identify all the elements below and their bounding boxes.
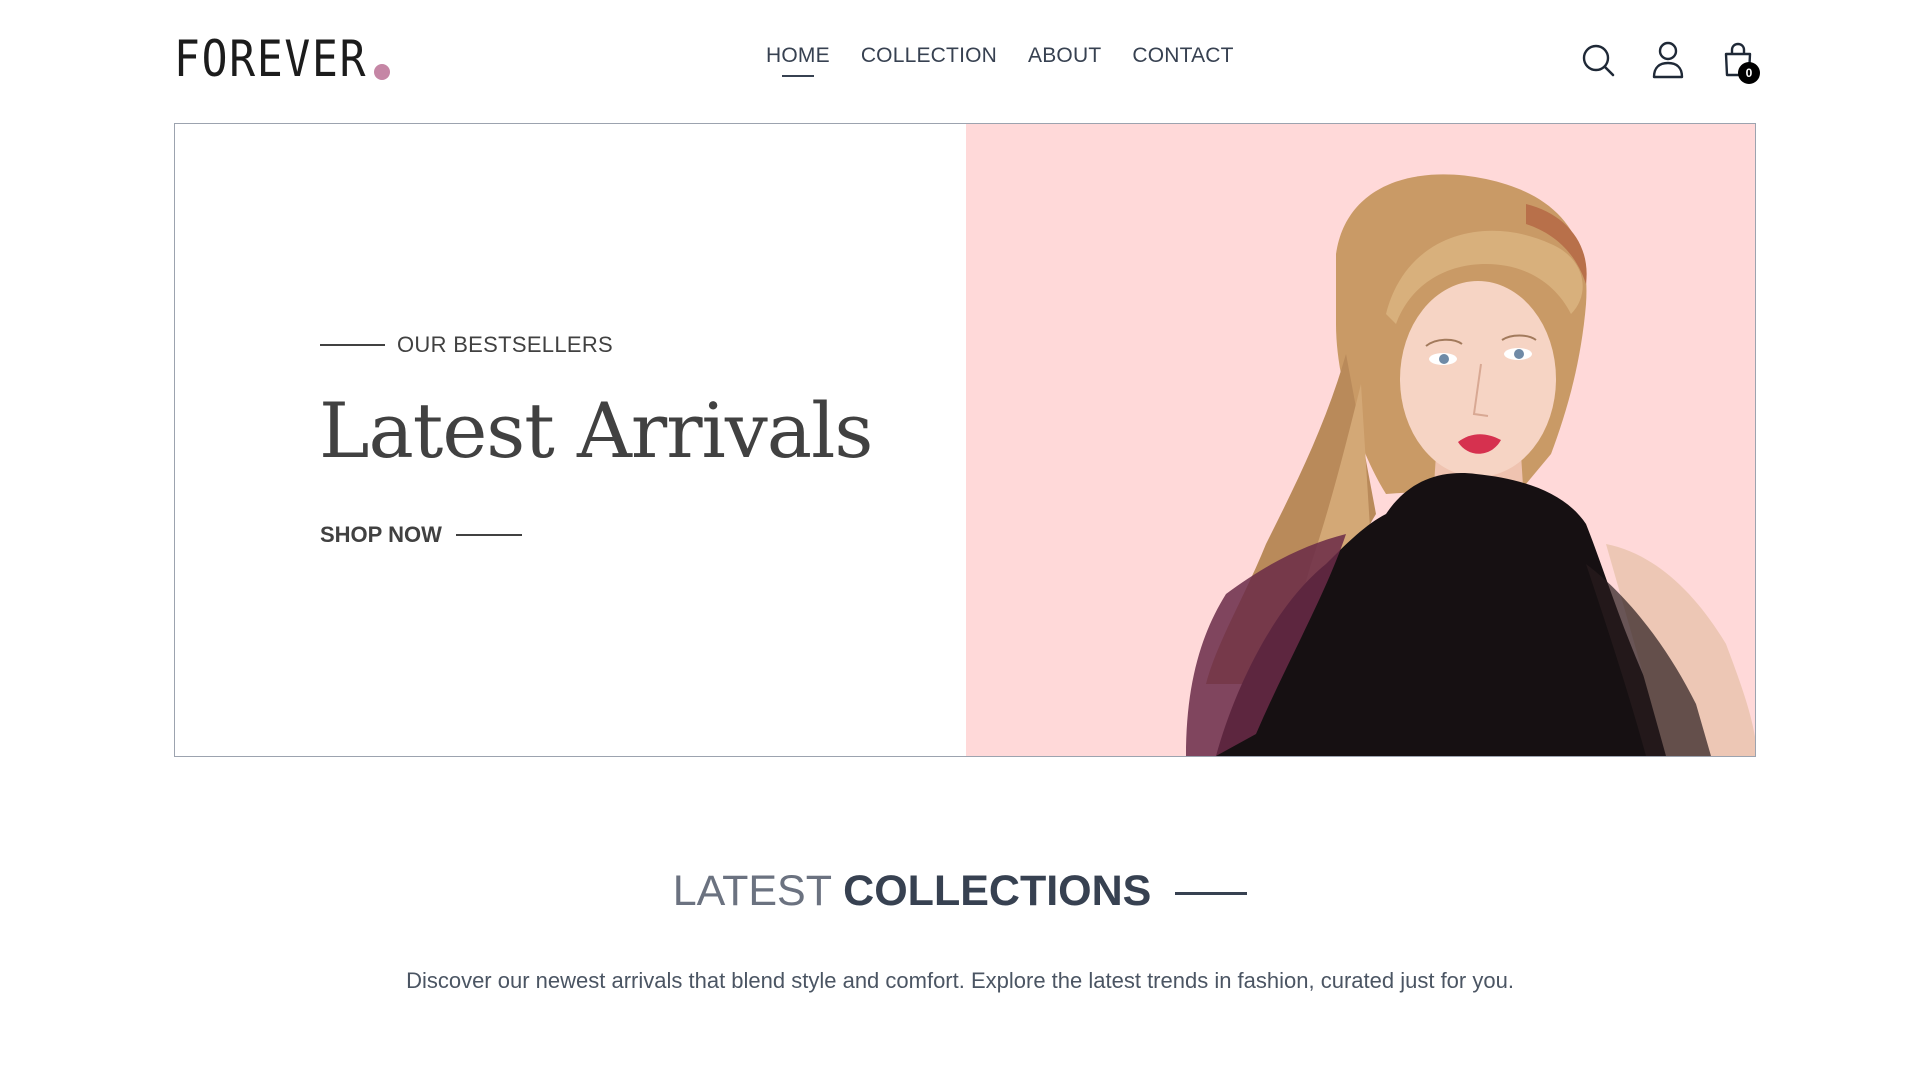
nav-home-label: HOME <box>766 44 830 67</box>
section-title: LATEST COLLECTIONS <box>0 865 1920 917</box>
section-title-light: LATEST <box>672 867 844 915</box>
brand-logo[interactable]: FOREVER <box>174 30 399 84</box>
main-nav: HOME COLLECTION ABOUT CONTACT <box>766 44 1234 77</box>
logo-dot <box>374 64 390 80</box>
hero-banner: OUR BESTSELLERS Latest Arrivals SHOP NOW <box>174 123 1756 757</box>
nav-home[interactable]: HOME <box>766 44 830 77</box>
eyebrow-rule <box>320 344 385 346</box>
header-icons: 0 <box>1580 40 1760 84</box>
search-button[interactable] <box>1580 40 1616 80</box>
hero-text-panel: OUR BESTSELLERS Latest Arrivals SHOP NOW <box>175 124 966 756</box>
nav-active-indicator <box>781 75 814 77</box>
section-description: Discover our newest arrivals that blend … <box>406 968 1514 993</box>
section-title-bold: COLLECTIONS <box>843 867 1152 915</box>
nav-collection-label: COLLECTION <box>860 44 998 67</box>
nav-about[interactable]: ABOUT <box>1028 44 1101 77</box>
eyebrow-text: OUR BESTSELLERS <box>397 332 614 357</box>
cart-count-badge: 0 <box>1738 62 1760 84</box>
site-header: FOREVER HOME COLLECTION ABOUT CONTACT 0 <box>174 0 1760 122</box>
shop-now-label: SHOP NOW <box>320 522 442 547</box>
hero-eyebrow: OUR BESTSELLERS <box>320 332 613 358</box>
hero-image-panel <box>966 124 1755 756</box>
nav-contact[interactable]: CONTACT <box>1132 44 1233 77</box>
profile-button[interactable] <box>1650 40 1686 80</box>
nav-about-label: ABOUT <box>1028 44 1102 67</box>
nav-collection[interactable]: COLLECTION <box>861 44 997 77</box>
shop-now-rule <box>455 534 522 536</box>
shop-now-button[interactable]: SHOP NOW <box>320 522 522 548</box>
model-portrait-image <box>1186 174 1755 756</box>
profile-icon <box>1652 41 1684 79</box>
search-icon <box>1582 44 1615 77</box>
section-title-rule <box>1175 892 1248 896</box>
logo-text: FOREVER <box>174 30 368 88</box>
cart-button[interactable]: 0 <box>1720 40 1760 84</box>
hero-title: Latest Arrivals <box>319 386 873 475</box>
nav-contact-label: CONTACT <box>1132 44 1234 67</box>
